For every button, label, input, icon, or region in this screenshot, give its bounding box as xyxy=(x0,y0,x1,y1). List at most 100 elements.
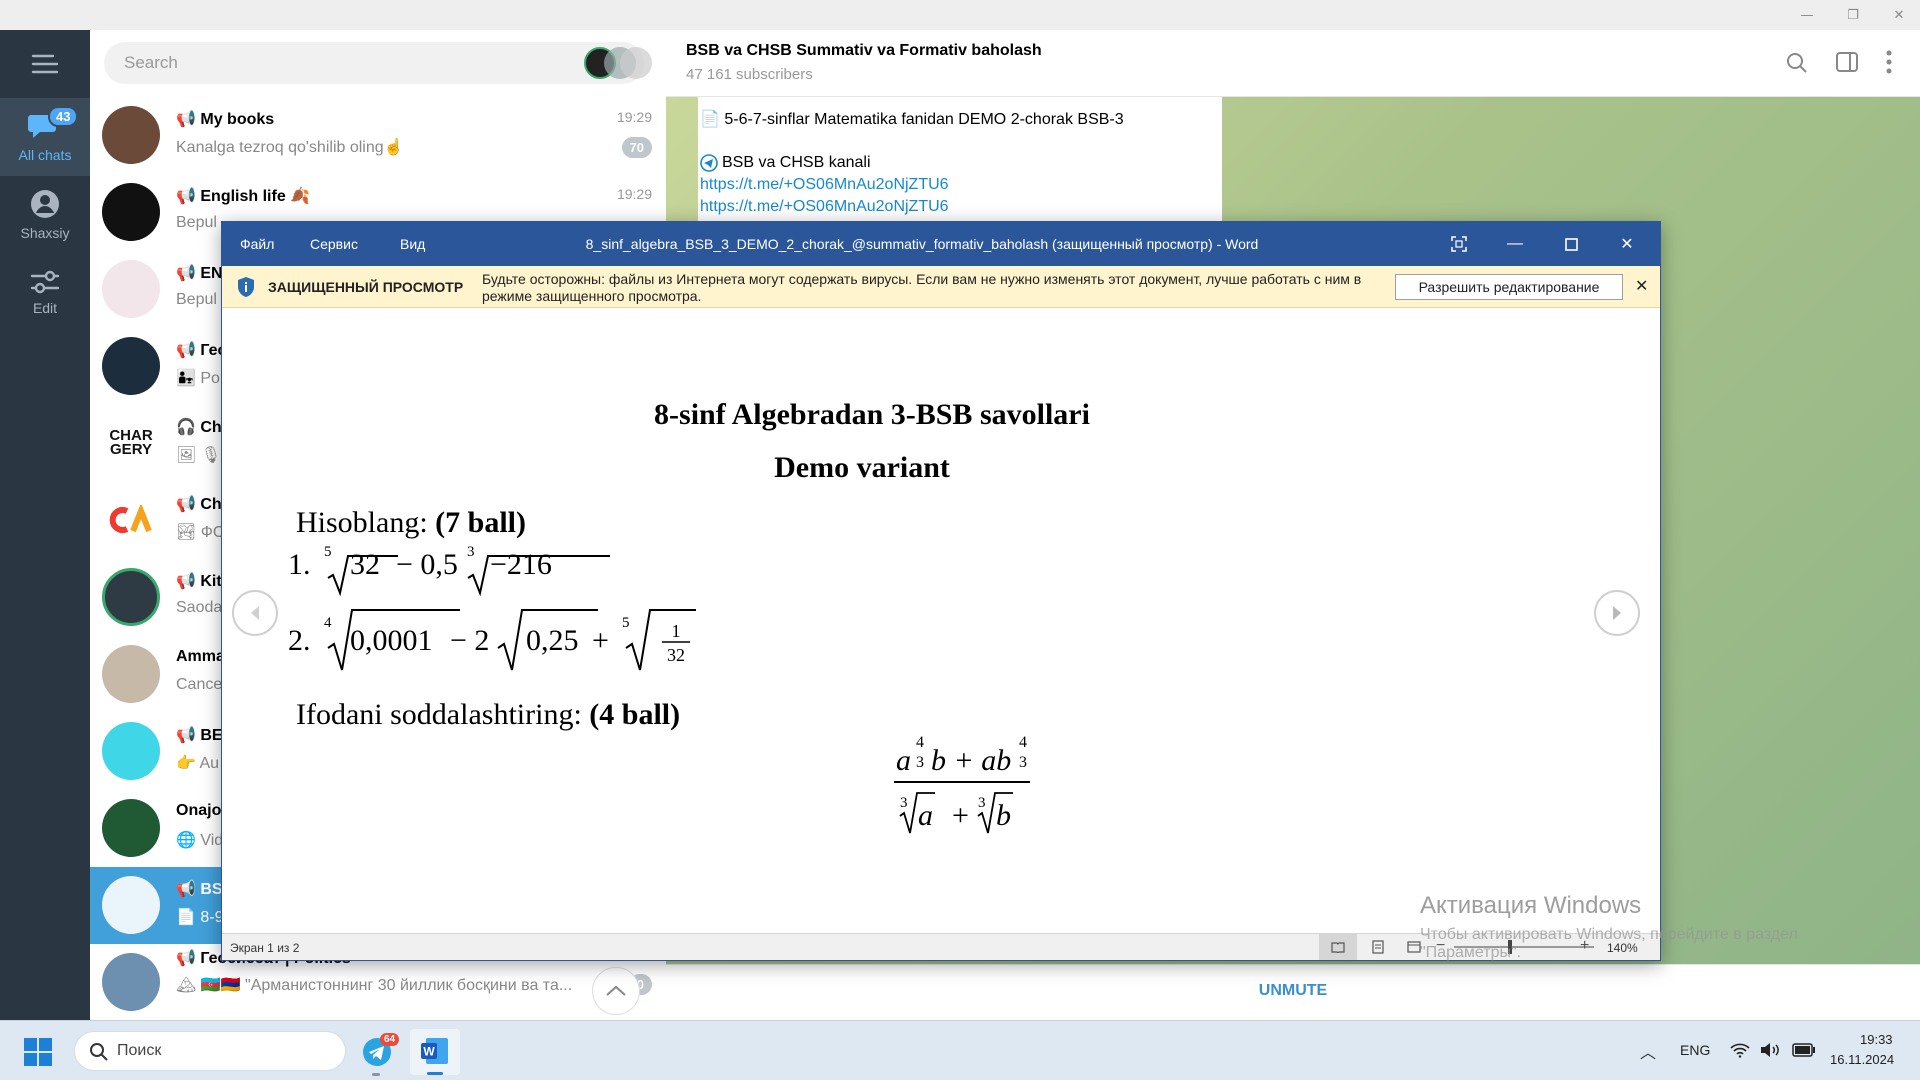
chat-row[interactable]: 📢 My books 19:29 Kanalga tezroq qo'shili… xyxy=(90,97,666,174)
taskbar-telegram[interactable]: 64 xyxy=(360,1033,408,1076)
minimize-icon[interactable]: — xyxy=(1487,222,1543,266)
document-heading: 8-sinf Algebradan 3-BSB savollari xyxy=(654,398,1090,431)
search-label: Поиск xyxy=(117,1042,162,1059)
activation-watermark-title: Активация Windows xyxy=(1420,892,1642,919)
radicand: 0,25 xyxy=(526,624,579,657)
chat-time: 19:29 xyxy=(616,186,652,202)
taskbar-word[interactable]: W xyxy=(410,1029,460,1075)
close-icon[interactable]: ✕ xyxy=(1876,0,1920,30)
fraction-numerator: 1 xyxy=(671,621,681,641)
input-language[interactable]: ENG xyxy=(1680,1042,1710,1058)
document-title: 8_sinf_algebra_BSB_3_DEMO_2_chorak_@summ… xyxy=(585,236,1259,252)
menu-file[interactable]: Файл xyxy=(240,236,274,252)
root-index: 3 xyxy=(978,795,986,811)
avatar xyxy=(102,799,160,857)
next-page-button[interactable] xyxy=(1594,590,1640,636)
avatar xyxy=(102,568,160,626)
unmute-button[interactable]: UNMUTE xyxy=(666,982,1920,1000)
avatar xyxy=(102,491,160,549)
close-icon[interactable]: ✕ xyxy=(1599,222,1655,266)
exponent-denominator: 3 xyxy=(916,754,924,771)
menu-view[interactable]: Вид xyxy=(400,236,425,252)
section-points: (7 ball) xyxy=(435,506,527,539)
exponent-denominator: 3 xyxy=(1019,754,1027,771)
document-subheading: Demo variant xyxy=(774,451,950,484)
item-number: 1. xyxy=(288,548,311,581)
fraction-denominator: 32 xyxy=(667,645,685,665)
clock-time[interactable]: 19:33 xyxy=(1860,1032,1893,1047)
sidebar-toggle-icon[interactable] xyxy=(1836,52,1858,72)
shield-icon xyxy=(236,276,256,298)
menu-button[interactable] xyxy=(0,30,90,98)
word-titlebar: Файл Сервис Вид 8_sinf_algebra_BSB_3_DEM… xyxy=(222,222,1660,266)
folder-rail: 43 All chats Shaxsiy Edit xyxy=(0,30,90,1020)
expr-terms: b + ab xyxy=(931,744,1012,777)
section-label: Ifodani soddalashtiring: xyxy=(296,698,590,731)
root-index: 3 xyxy=(467,544,475,560)
activation-watermark-text: Чтобы активировать Windows, перейдите в … xyxy=(1420,926,1798,962)
avatar xyxy=(102,337,160,395)
maximize-icon[interactable] xyxy=(1543,222,1599,266)
more-icon[interactable] xyxy=(1886,50,1892,74)
search-placeholder: Search xyxy=(124,53,178,72)
document-page: 8-sinf Algebradan 3-BSB savollari Demo v… xyxy=(222,308,1660,933)
taskbar-search[interactable]: Поиск xyxy=(74,1031,346,1071)
exponent-numerator: 4 xyxy=(916,734,924,751)
close-bar-icon[interactable]: ✕ xyxy=(1635,276,1648,296)
section-title: Hisoblang: (7 ball) xyxy=(296,506,526,540)
radicand: 0,0001 xyxy=(350,624,433,657)
radicand: −216 xyxy=(490,548,552,581)
chevron-up-icon[interactable]: ︿ xyxy=(1640,1039,1656,1063)
minimize-icon[interactable]: — xyxy=(1784,0,1830,30)
chevron-up-icon xyxy=(606,985,626,996)
plus-sign: + xyxy=(952,799,969,832)
expr-variable: a xyxy=(896,744,911,777)
message-link[interactable]: https://t.me/+OS06MnAu2oNjZTU6 xyxy=(700,176,949,194)
message-link[interactable]: https://t.me/+OS06MnAu2oNjZTU6 xyxy=(700,198,949,216)
folder-label: Edit xyxy=(32,300,58,316)
battery-icon[interactable] xyxy=(1792,1043,1816,1057)
start-button[interactable] xyxy=(24,1038,52,1066)
telegram-icon xyxy=(700,154,718,172)
volume-icon[interactable] xyxy=(1760,1042,1782,1058)
avatar xyxy=(102,260,160,318)
print-layout-icon[interactable] xyxy=(1359,934,1397,960)
message-text: BSB va CHSB kanali xyxy=(722,154,871,171)
section-title: Ifodani soddalashtiring: (4 ball) xyxy=(296,698,680,732)
channel-header[interactable]: BSB va CHSB Summativ va Formativ baholas… xyxy=(666,30,1920,97)
read-mode-icon[interactable] xyxy=(1319,934,1357,960)
focus-mode-icon[interactable] xyxy=(1431,222,1487,266)
previous-page-button[interactable] xyxy=(232,590,278,636)
chat-name: 📢 English life 🍂 xyxy=(176,188,311,205)
channel-bottom-bar: UNMUTE xyxy=(666,964,1920,1020)
folder-shaxsiy[interactable]: Shaxsiy xyxy=(0,176,90,254)
unread-badge: 70 xyxy=(621,137,652,158)
chat-preview: 🏔 🇦🇿🇦🇲 "Арманистоннинг 30 йиллик босқини… xyxy=(176,977,573,994)
search-input[interactable]: Search xyxy=(104,42,652,84)
avatar: CHAR GERY xyxy=(102,414,160,472)
exponent-numerator: 4 xyxy=(1019,734,1027,751)
message-bubble[interactable]: 📄 5-6-7-sinflar Matematika fanidan DEMO … xyxy=(698,97,1222,222)
word-window: Файл Сервис Вид 8_sinf_algebra_BSB_3_DEM… xyxy=(221,221,1661,961)
activation-line: Чтобы активировать Windows, перейдите в … xyxy=(1420,926,1798,943)
folder-edit[interactable]: Edit xyxy=(0,254,90,332)
clock-date[interactable]: 16.11.2024 xyxy=(1830,1052,1894,1067)
chat-preview: Kanalga tezroq qo'shilib oling☝️ xyxy=(176,139,404,156)
radicand: 32 xyxy=(350,548,380,581)
enable-editing-button[interactable]: Разрешить редактирование xyxy=(1395,274,1623,300)
coefficient: − 0,5 xyxy=(396,548,458,581)
avatar xyxy=(102,953,160,1011)
story-avatar[interactable] xyxy=(620,47,652,79)
wifi-icon[interactable] xyxy=(1730,1042,1750,1058)
search-icon[interactable] xyxy=(1786,52,1808,74)
arrow-right-icon xyxy=(1613,606,1621,620)
plus-sign: + xyxy=(592,624,609,657)
chat-time: 19:29 xyxy=(616,109,652,125)
hamburger-icon xyxy=(31,54,59,74)
folder-all-chats[interactable]: 43 All chats xyxy=(0,98,90,176)
restore-icon[interactable]: ❐ xyxy=(1830,0,1876,30)
protected-view-message: Будьте осторожны: файлы из Интернета мог… xyxy=(482,271,1362,304)
scroll-up-button[interactable] xyxy=(592,967,640,1015)
menu-service[interactable]: Сервис xyxy=(310,236,358,252)
expr-variable: a xyxy=(918,799,933,832)
